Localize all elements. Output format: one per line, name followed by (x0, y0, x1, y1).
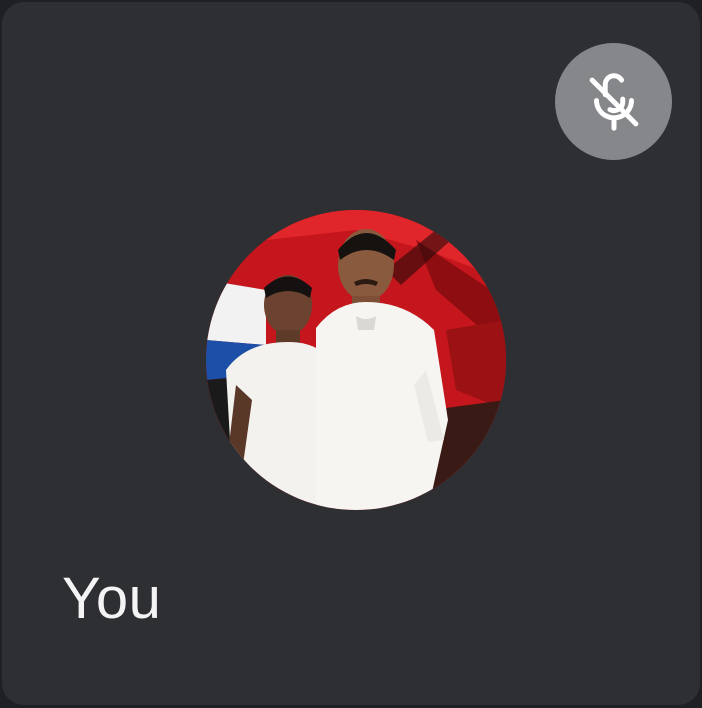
mic-off-icon (589, 72, 638, 131)
avatar (206, 210, 506, 510)
participant-name: You (62, 566, 162, 631)
mic-muted-indicator (555, 43, 672, 160)
participant-tile[interactable]: You (2, 2, 700, 705)
profile-photo (206, 210, 506, 510)
